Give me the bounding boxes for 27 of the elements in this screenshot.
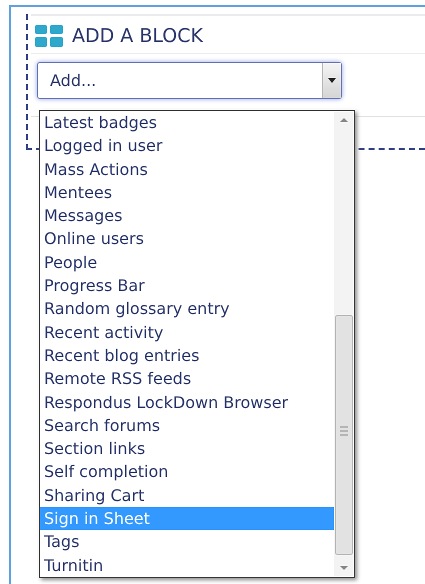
- dropdown-option[interactable]: Progress Bar: [40, 274, 334, 298]
- scroll-down-icon[interactable]: [340, 566, 348, 570]
- dropdown-option[interactable]: Sharing Cart: [40, 484, 334, 508]
- scrollbar[interactable]: [334, 111, 354, 577]
- dropdown-option[interactable]: Recent activity: [40, 320, 334, 344]
- dropdown-option[interactable]: Turnitin: [40, 554, 334, 577]
- dropdown-option[interactable]: Self completion: [40, 460, 334, 484]
- dropdown-option[interactable]: Random glossary entry: [40, 297, 334, 321]
- dropdown-option[interactable]: Tags: [40, 530, 334, 554]
- blocks-icon: [35, 25, 63, 47]
- dropdown-option[interactable]: Logged in user: [40, 134, 334, 158]
- section-title: ADD A BLOCK: [72, 25, 203, 47]
- scroll-thumb[interactable]: [335, 315, 353, 555]
- caret-icon: [328, 78, 336, 83]
- dropdown-option[interactable]: Remote RSS feeds: [40, 367, 334, 391]
- dropdown-option[interactable]: Online users: [40, 227, 334, 251]
- dropdown-option[interactable]: Section links: [40, 437, 334, 460]
- dropdown-option[interactable]: Mentees: [40, 180, 334, 204]
- dropdown-option[interactable]: Messages: [40, 204, 334, 228]
- dropdown-option[interactable]: Respondus LockDown Browser: [40, 390, 334, 414]
- dropdown-option[interactable]: Recent blog entries: [40, 344, 334, 368]
- dropdown-option[interactable]: Latest badges: [40, 111, 334, 134]
- dropdown-option[interactable]: Mass Actions: [40, 158, 334, 181]
- dropdown-option[interactable]: Search forums: [40, 414, 334, 438]
- dropdown-option[interactable]: People: [40, 250, 334, 274]
- add-block-select[interactable]: Add...: [37, 62, 342, 99]
- scroll-up-icon[interactable]: [340, 118, 348, 122]
